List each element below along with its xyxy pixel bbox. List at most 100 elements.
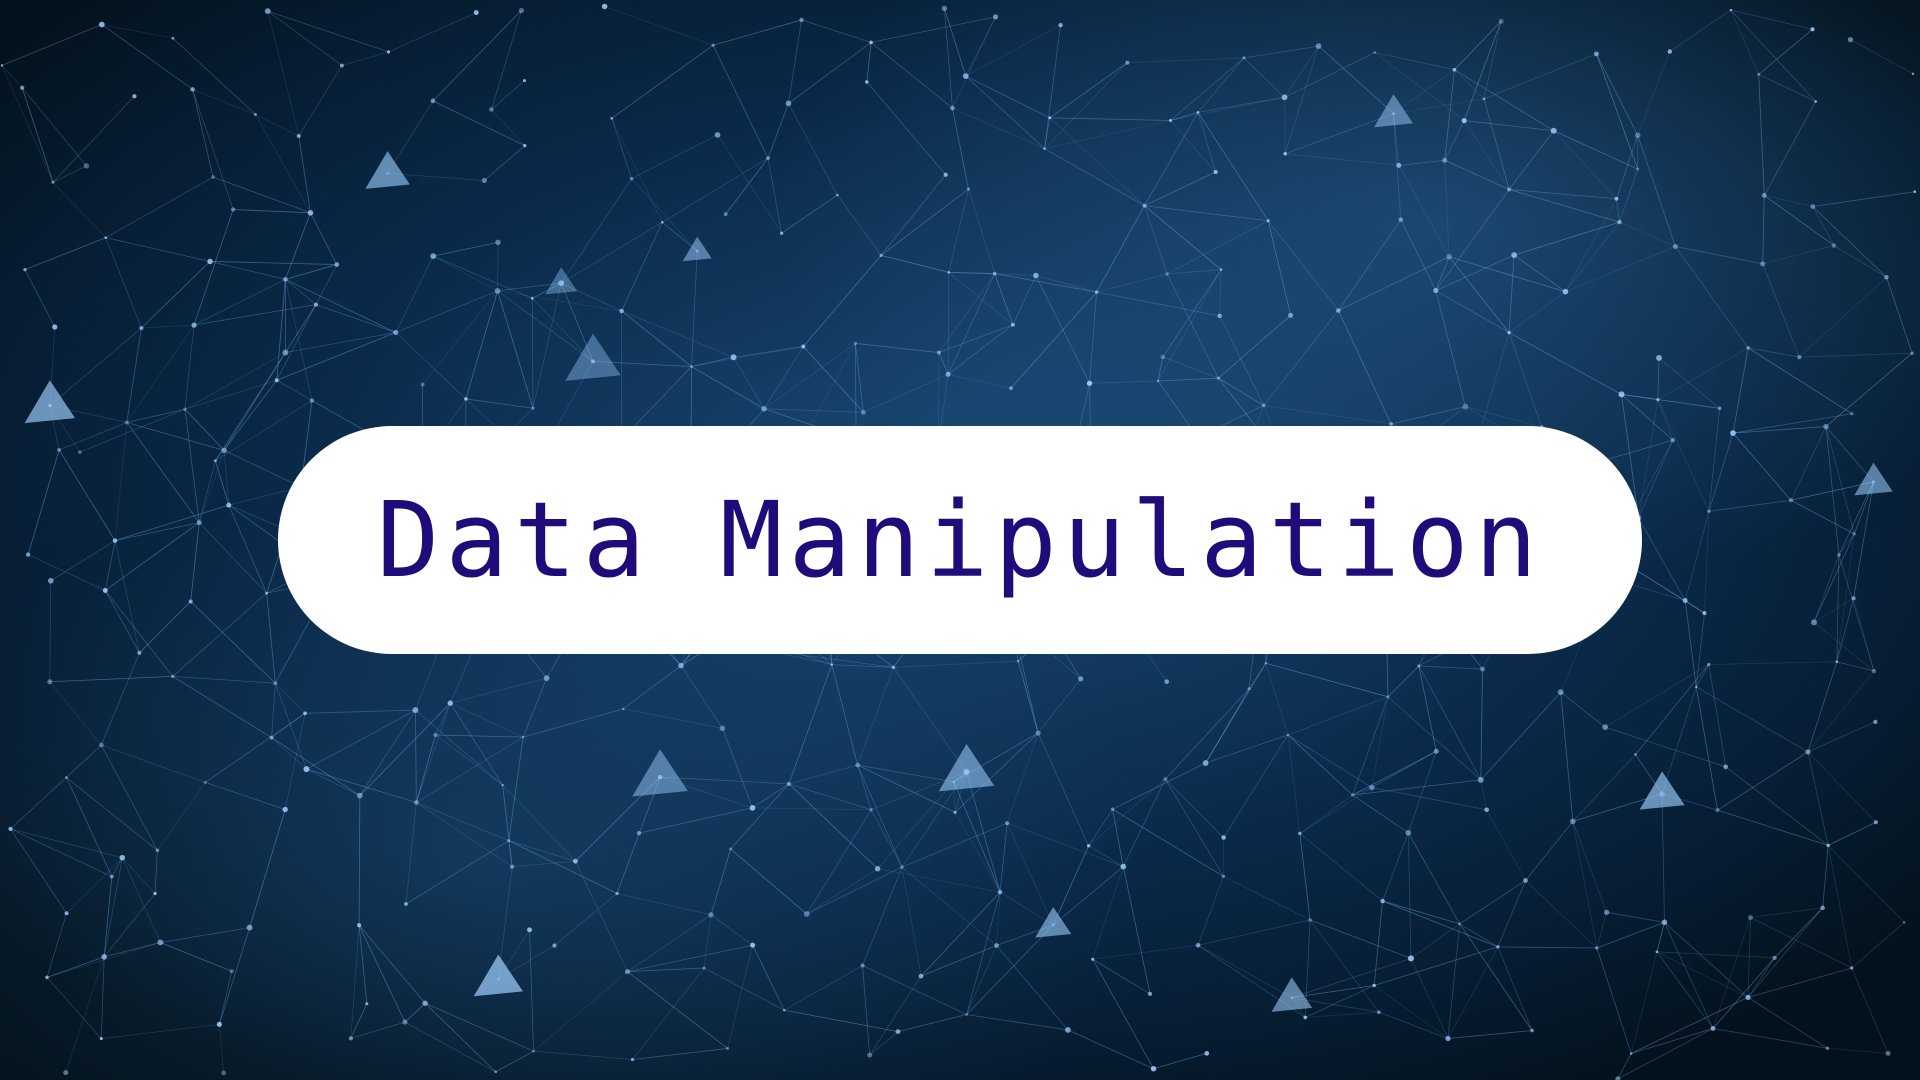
mesh-node: [303, 766, 310, 773]
mesh-node: [45, 975, 49, 980]
mesh-node: [51, 180, 55, 184]
mesh-node: [1266, 219, 1270, 223]
mesh-node: [711, 43, 715, 47]
mesh-node: [48, 403, 52, 408]
mesh-node: [1087, 844, 1091, 848]
mesh-node: [865, 80, 869, 84]
mesh-node: [1655, 950, 1659, 954]
mesh-node: [630, 1057, 634, 1062]
mesh-node: [1805, 749, 1811, 755]
mesh-node: [1110, 807, 1115, 812]
mesh-node: [1242, 56, 1246, 60]
mesh-node: [543, 675, 550, 682]
mesh-node: [25, 552, 31, 557]
mesh-node: [1667, 49, 1673, 54]
mesh-node: [171, 36, 175, 40]
mesh-node: [761, 406, 767, 412]
mesh-node: [246, 924, 253, 931]
mesh-node: [155, 848, 160, 853]
mesh-node: [1078, 676, 1084, 682]
mesh-node: [1814, 100, 1817, 103]
mesh-node: [518, 7, 525, 14]
mesh-node: [799, 17, 804, 23]
mesh-node: [572, 858, 578, 864]
mesh-node: [1281, 94, 1288, 101]
mesh-node: [495, 239, 501, 246]
mesh-node: [1247, 687, 1251, 691]
mesh-node: [365, 1002, 369, 1006]
mesh-node: [1851, 596, 1856, 601]
mesh-node: [1315, 43, 1322, 49]
mesh-node: [1086, 380, 1093, 386]
mesh-node: [211, 175, 215, 179]
mesh-node: [619, 308, 624, 314]
mesh-node: [708, 912, 714, 918]
mesh-node: [1286, 733, 1290, 737]
mesh-node: [1530, 1028, 1534, 1033]
mesh-node: [830, 663, 834, 666]
mesh-node: [464, 397, 468, 401]
mesh-node: [766, 156, 770, 161]
mesh-node: [1380, 898, 1385, 904]
mesh-node: [1482, 97, 1486, 101]
mesh-node: [171, 674, 175, 679]
mesh-node: [1595, 946, 1599, 950]
mesh-node: [1884, 274, 1889, 280]
mesh-node: [230, 207, 236, 212]
mesh-node: [1477, 776, 1484, 783]
mesh-node: [1452, 67, 1457, 72]
mesh-node: [1405, 829, 1412, 836]
mesh-node: [191, 322, 197, 328]
mesh-node: [63, 1070, 69, 1076]
mesh-node: [879, 253, 883, 257]
mesh-node: [1636, 167, 1640, 171]
mesh-node: [496, 977, 500, 981]
mesh-node: [1290, 996, 1294, 999]
mesh-node: [782, 1008, 786, 1012]
mesh-node: [786, 781, 792, 786]
mesh-node: [1048, 116, 1052, 120]
mesh-node: [532, 1049, 535, 1053]
mesh-node: [750, 942, 756, 948]
mesh-node: [1150, 1065, 1157, 1072]
mesh-node: [1433, 748, 1439, 754]
mesh-node: [282, 806, 288, 813]
mesh-node: [723, 212, 728, 217]
mesh-node: [900, 865, 904, 869]
mesh-node: [430, 98, 436, 104]
mesh-node: [1850, 412, 1854, 416]
mesh-node: [1695, 685, 1698, 689]
mesh-node: [1221, 835, 1226, 840]
mesh-node: [1462, 403, 1469, 410]
mesh-node: [1797, 355, 1802, 360]
mesh-node: [1369, 784, 1375, 791]
mesh-node: [1757, 72, 1761, 76]
mesh-node: [309, 398, 315, 403]
mesh-node: [282, 349, 289, 356]
mesh-node: [527, 927, 532, 933]
mesh-node: [1911, 72, 1915, 76]
mesh-node: [702, 966, 706, 970]
mesh-node: [119, 854, 126, 861]
mesh-node: [1433, 288, 1439, 294]
mesh-node: [1484, 807, 1489, 813]
mesh-node: [1283, 152, 1287, 156]
mesh-node: [296, 134, 301, 139]
mesh-node: [1009, 386, 1013, 391]
mesh-node: [494, 287, 501, 294]
mesh-node: [1442, 157, 1448, 163]
mesh-node: [393, 330, 399, 336]
mesh-node: [386, 171, 390, 175]
mesh-node: [945, 371, 951, 377]
mesh-node: [404, 902, 408, 906]
mesh-node: [507, 839, 511, 843]
mesh-node: [1682, 598, 1688, 604]
mesh-node: [221, 1070, 227, 1076]
mesh-node: [124, 420, 129, 425]
mesh-node: [895, 1029, 901, 1035]
mesh-node: [1461, 117, 1467, 124]
mesh-node: [402, 1019, 408, 1025]
mesh-node: [226, 502, 232, 508]
mesh-node: [1125, 60, 1130, 65]
mesh-node: [1392, 112, 1395, 115]
